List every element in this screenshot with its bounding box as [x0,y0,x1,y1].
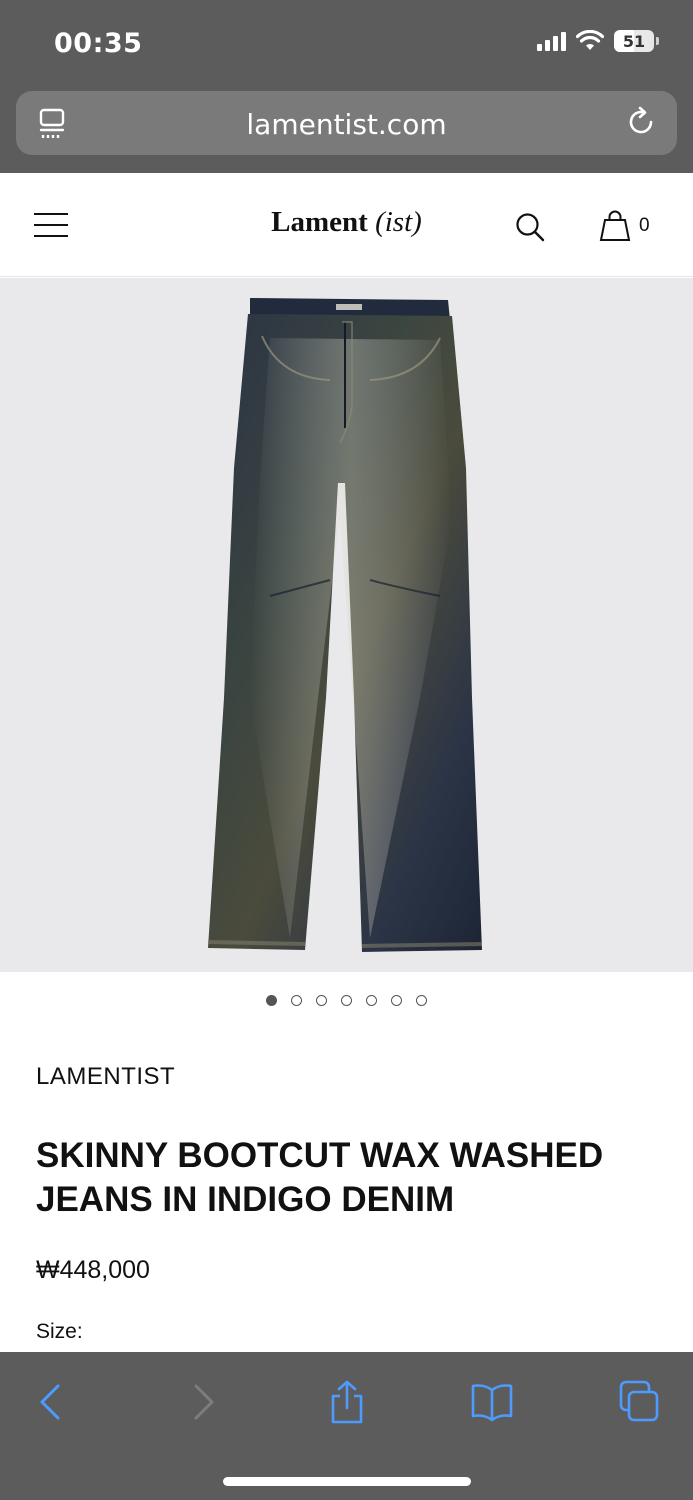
logo-italic: (ist) [375,206,422,238]
product-brand[interactable]: LAMENTIST [36,1063,175,1091]
home-indicator[interactable] [223,1477,471,1486]
carousel-dot[interactable] [341,995,352,1006]
search-icon[interactable] [514,211,546,243]
carousel-dot[interactable] [416,995,427,1006]
address-bar[interactable]: lamentist.com [16,91,677,155]
carousel-dot[interactable] [391,995,402,1006]
bookmarks-icon[interactable] [470,1380,514,1424]
browser-chrome-top: 00:35 51 lamentist.com [0,0,693,173]
product-price: ₩448,000 [36,1256,150,1284]
product-title: SKINNY BOOTCUT WAX WASHED JEANS IN INDIG… [36,1136,604,1219]
battery-icon: 51 [614,30,659,52]
site-header: Lament (ist) 0 [0,173,693,277]
back-icon[interactable] [30,1380,74,1424]
cellular-signal-icon [537,31,566,51]
cart-count[interactable]: 0 [639,215,650,237]
tabs-icon[interactable] [617,1380,661,1424]
status-time: 00:35 [54,28,143,59]
reload-icon[interactable] [625,105,659,139]
logo-main: Lament [271,206,368,238]
share-icon[interactable] [325,1380,369,1424]
product-image[interactable] [0,278,693,972]
battery-percent: 51 [622,31,646,51]
jeans-photo [207,298,483,952]
carousel-dot[interactable] [266,995,277,1006]
wifi-icon [576,30,604,50]
carousel-dot[interactable] [366,995,377,1006]
shopping-bag-icon[interactable] [598,209,632,243]
size-label: Size: [36,1320,83,1343]
status-icons: 51 [537,30,659,52]
carousel-dot[interactable] [291,995,302,1006]
site-logo[interactable]: Lament (ist) [0,206,693,239]
carousel-dot[interactable] [316,995,327,1006]
image-carousel-dots[interactable] [0,995,693,1006]
browser-toolbar [0,1352,693,1500]
forward-icon[interactable] [180,1380,224,1424]
url-text[interactable]: lamentist.com [16,108,677,141]
